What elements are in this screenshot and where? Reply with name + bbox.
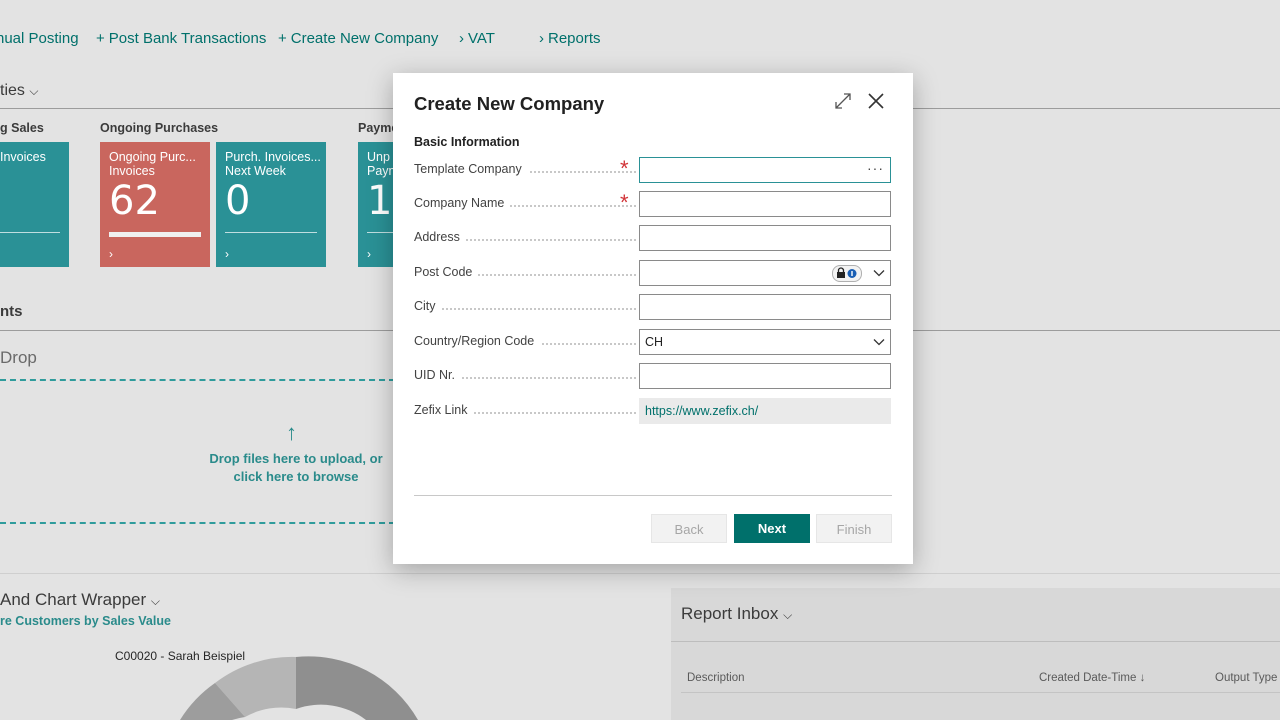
finish-button[interactable]: Finish <box>816 514 892 543</box>
address-input[interactable] <box>639 225 891 251</box>
lookup-ellipsis-icon[interactable]: ··· <box>867 160 884 176</box>
dialog-title: Create New Company <box>414 93 605 114</box>
field-label: UID Nr. <box>414 368 461 382</box>
country-region-code-select[interactable]: CH <box>639 329 891 355</box>
template-company-input[interactable]: ··· <box>639 157 891 183</box>
field-label: City <box>414 299 442 313</box>
zefix-link[interactable]: https://www.zefix.ch/ <box>645 404 758 418</box>
field-row-city: City <box>414 294 892 320</box>
field-label: Company Name <box>414 196 511 210</box>
field-row-uid-nr: UID Nr. <box>414 363 892 389</box>
field-row-country-region-code: Country/Region Code CH <box>414 329 892 355</box>
field-row-template-company: Template Company * ··· <box>414 157 892 183</box>
back-button[interactable]: Back <box>651 514 727 543</box>
next-button[interactable]: Next <box>734 514 810 543</box>
field-row-company-name: Company Name * <box>414 191 892 217</box>
company-name-input[interactable] <box>639 191 891 217</box>
field-row-post-code: Post Code <box>414 260 892 286</box>
group-basic-information: Basic Information <box>414 135 520 149</box>
field-label: Zefix Link <box>414 403 474 417</box>
field-row-zefix-link: Zefix Link https://www.zefix.ch/ <box>414 398 892 424</box>
field-label: Template Company <box>414 162 528 176</box>
field-label: Country/Region Code <box>414 334 541 348</box>
city-input[interactable] <box>639 294 891 320</box>
field-label: Post Code <box>414 265 479 279</box>
field-row-address: Address <box>414 225 892 251</box>
required-icon: * <box>620 156 629 181</box>
post-code-input[interactable] <box>639 260 891 286</box>
chevron-down-icon[interactable] <box>873 267 885 279</box>
close-icon[interactable] <box>866 91 886 111</box>
zefix-link-field[interactable]: https://www.zefix.ch/ <box>639 398 891 424</box>
required-icon: * <box>620 190 629 215</box>
uid-nr-input[interactable] <box>639 363 891 389</box>
expand-icon[interactable] <box>833 91 853 111</box>
password-manager-icon[interactable] <box>832 265 862 282</box>
chevron-down-icon[interactable] <box>873 336 885 348</box>
field-label: Address <box>414 230 466 244</box>
footer-divider <box>414 495 892 496</box>
create-new-company-dialog: Create New Company Basic Information Tem… <box>393 73 913 564</box>
